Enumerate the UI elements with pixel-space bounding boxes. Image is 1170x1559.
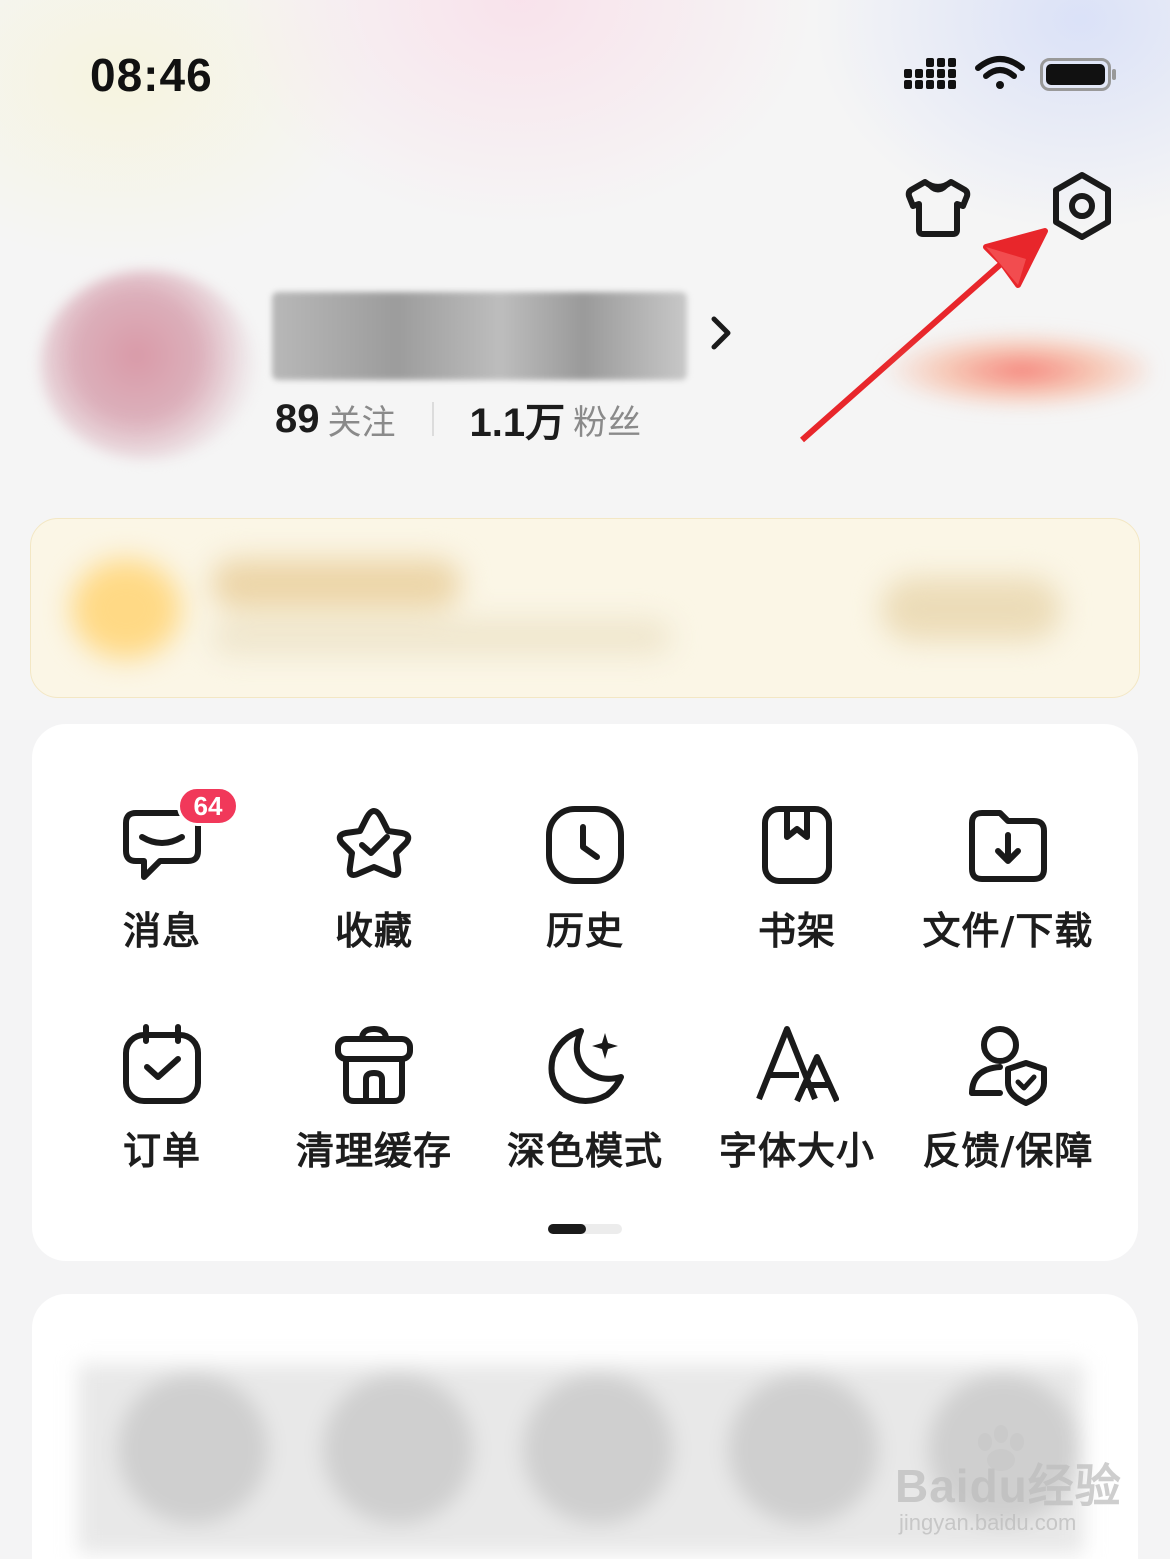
tool-label: 深色模式 — [506, 1129, 663, 1173]
tool-label: 消息 — [122, 909, 201, 953]
status-icons — [904, 54, 1116, 94]
tool-label: 历史 — [545, 909, 624, 953]
tool-label: 书架 — [757, 909, 836, 953]
tool-font-size[interactable]: 字体大小 — [692, 1020, 902, 1190]
watermark-logo: Baidu经验 — [895, 1460, 1122, 1512]
status-time: 08:46 — [90, 49, 213, 101]
tool-label: 文件/下载 — [922, 909, 1094, 953]
tool-label: 清理缓存 — [295, 1129, 452, 1173]
followers-label[interactable]: 粉丝 — [573, 395, 641, 444]
tool-bookshelf[interactable]: 书架 — [692, 800, 902, 970]
blurred-tool[interactable] — [323, 1374, 473, 1524]
promo-banner[interactable] — [30, 518, 1140, 698]
user-shield-icon — [963, 1020, 1053, 1110]
calendar-check-icon — [117, 1020, 207, 1110]
profile-stats: 89 关注 1.1万 粉丝 — [275, 394, 641, 446]
star-icon — [329, 800, 419, 890]
tools-card: 64 消息 收藏 历史 书架 文件/下载 订单 清理缓存 深色模式 字体大小 反… — [32, 724, 1138, 1261]
profile-name-redacted[interactable] — [272, 292, 687, 380]
followers-count[interactable]: 1.1万 — [470, 390, 566, 448]
tool-label: 订单 — [122, 1129, 201, 1173]
tool-dark-mode[interactable]: 深色模式 — [480, 1020, 690, 1190]
profile-badge-redacted[interactable] — [830, 318, 1150, 423]
following-label[interactable]: 关注 — [328, 395, 396, 444]
stats-divider — [431, 402, 434, 436]
blurred-tool[interactable] — [118, 1374, 268, 1524]
tool-label: 字体大小 — [718, 1129, 875, 1173]
battery-icon — [1040, 58, 1116, 91]
download-folder-icon — [963, 800, 1053, 890]
tool-clear-cache[interactable]: 清理缓存 — [269, 1020, 479, 1190]
banner-icon — [71, 559, 181, 659]
message-icon: 64 — [117, 786, 239, 890]
tool-label: 反馈/保障 — [922, 1129, 1094, 1173]
following-count[interactable]: 89 — [275, 397, 320, 442]
tool-label: 收藏 — [334, 909, 413, 953]
banner-title-redacted — [211, 559, 461, 609]
avatar[interactable] — [40, 270, 255, 460]
signal-icon — [904, 58, 956, 89]
page-indicator-active — [548, 1224, 586, 1234]
moon-icon — [540, 1020, 630, 1110]
tool-feedback-protection[interactable]: 反馈/保障 — [903, 1020, 1113, 1190]
tool-messages[interactable]: 64 消息 — [57, 786, 267, 970]
message-count-badge: 64 — [177, 786, 239, 826]
watermark-url: jingyan.baidu.com — [899, 1510, 1077, 1535]
tool-favorites[interactable]: 收藏 — [269, 800, 479, 970]
blurred-tool[interactable] — [728, 1374, 878, 1524]
bookshelf-icon — [752, 800, 842, 890]
blurred-tool[interactable] — [523, 1374, 673, 1524]
trash-icon — [329, 1020, 419, 1110]
profile-chevron-icon[interactable] — [690, 305, 740, 361]
clock-icon — [540, 800, 630, 890]
banner-subtitle-redacted — [211, 619, 671, 655]
tool-history[interactable]: 历史 — [480, 800, 690, 970]
baidu-watermark: Baidu经验 jingyan.baidu.com — [895, 1425, 1121, 1542]
wifi-icon — [975, 56, 1025, 89]
tool-orders[interactable]: 订单 — [57, 1020, 267, 1190]
font-size-icon — [752, 1020, 842, 1110]
page-indicator — [548, 1224, 622, 1234]
tool-files-downloads[interactable]: 文件/下载 — [903, 800, 1113, 970]
banner-button-redacted[interactable] — [881, 577, 1061, 641]
promo-banner-content-redacted — [31, 519, 1139, 697]
